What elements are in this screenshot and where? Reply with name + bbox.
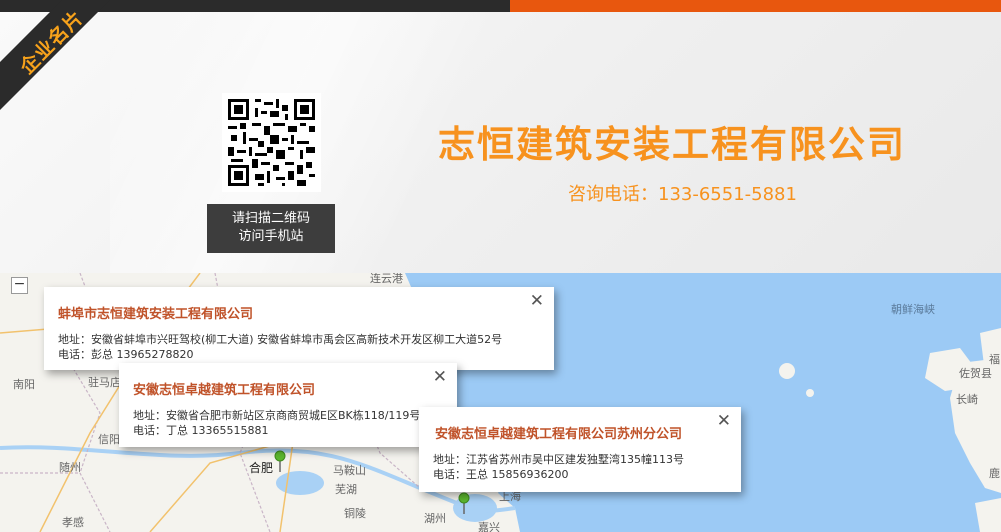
place-label: 嘉兴 [478, 521, 500, 532]
qr-caption-line1: 请扫描二维码 [231, 211, 310, 226]
place-label: 福 [989, 353, 1000, 366]
place-label: 南阳 [13, 378, 35, 391]
map-pin-icon[interactable] [274, 450, 286, 472]
zoom-out-button[interactable]: − [11, 277, 28, 294]
popup-title: 安徽志恒卓越建筑工程有限公司 [133, 383, 316, 398]
place-label: 马鞍山 [333, 464, 366, 477]
consult-phone: 咨询电话：133-6551-5881 [568, 184, 797, 205]
place-label: 连云港 [370, 273, 403, 285]
place-label: 长崎 [956, 393, 978, 406]
info-popup-bengbu: ✕ 蚌埠市志恒建筑安装工程有限公司 地址：安徽省蚌埠市兴旺驾校(柳工大道) 安徽… [44, 287, 554, 370]
place-label: 孝感 [62, 516, 84, 529]
place-label: 信阳 [98, 433, 120, 446]
place-label: 随州 [59, 461, 81, 474]
map-view[interactable]: − 连云港 南阳 驻马店 信阳 随州 孝感 合肥 马鞍山 芜湖 铜陵 上海 湖州… [0, 273, 1001, 532]
popup-address: 地址：安徽省蚌埠市兴旺驾校(柳工大道) 安徽省蚌埠市禹会区高新技术开发区柳工大道… [58, 333, 503, 346]
place-label-hefei: 合肥 [249, 461, 274, 475]
popup-address: 地址：江苏省苏州市吴中区建发独墅湾135幢113号 [433, 453, 684, 466]
top-bar-orange [510, 0, 1001, 12]
popup-phone: 电话：王总 15856936200 [433, 468, 569, 481]
company-name: 志恒建筑安装工程有限公司 [438, 123, 906, 166]
popup-address: 地址：安徽省合肥市新站区京商商贸城E区BK栋118/119号 [133, 409, 421, 422]
qr-caption-line2: 访问手机站 [238, 229, 304, 244]
place-label: 鹿 [989, 467, 1000, 480]
place-label: 芜湖 [335, 483, 357, 496]
popup-title: 安徽志恒卓越建筑工程有限公司苏州分公司 [435, 427, 683, 442]
popup-phone: 电话：丁总 13365515881 [133, 424, 269, 437]
close-icon[interactable]: ✕ [717, 411, 731, 431]
place-label: 铜陵 [344, 507, 366, 520]
place-label: 朝鲜海峡 [891, 303, 935, 316]
qr-caption: 请扫描二维码 访问手机站 [207, 204, 335, 253]
place-label: 驻马店 [88, 376, 121, 389]
company-card: 企业名片 请扫描二维码 访问手机站 志恒建筑安装工程有限公司 咨询电话：133-… [0, 0, 1001, 273]
map-pin-icon[interactable] [458, 492, 470, 514]
qr-code-icon [222, 93, 321, 192]
close-icon[interactable]: ✕ [530, 291, 544, 311]
popup-phone: 电话：彭总 13965278820 [58, 348, 194, 361]
popup-title: 蚌埠市志恒建筑安装工程有限公司 [58, 307, 254, 322]
close-icon[interactable]: ✕ [433, 367, 447, 387]
info-popup-hefei: ✕ 安徽志恒卓越建筑工程有限公司 地址：安徽省合肥市新站区京商商贸城E区BK栋1… [119, 363, 457, 447]
place-label: 佐贺县 [959, 367, 992, 380]
place-label: 湖州 [424, 512, 446, 525]
info-popup-suzhou: ✕ 安徽志恒卓越建筑工程有限公司苏州分公司 地址：江苏省苏州市吴中区建发独墅湾1… [419, 407, 741, 492]
